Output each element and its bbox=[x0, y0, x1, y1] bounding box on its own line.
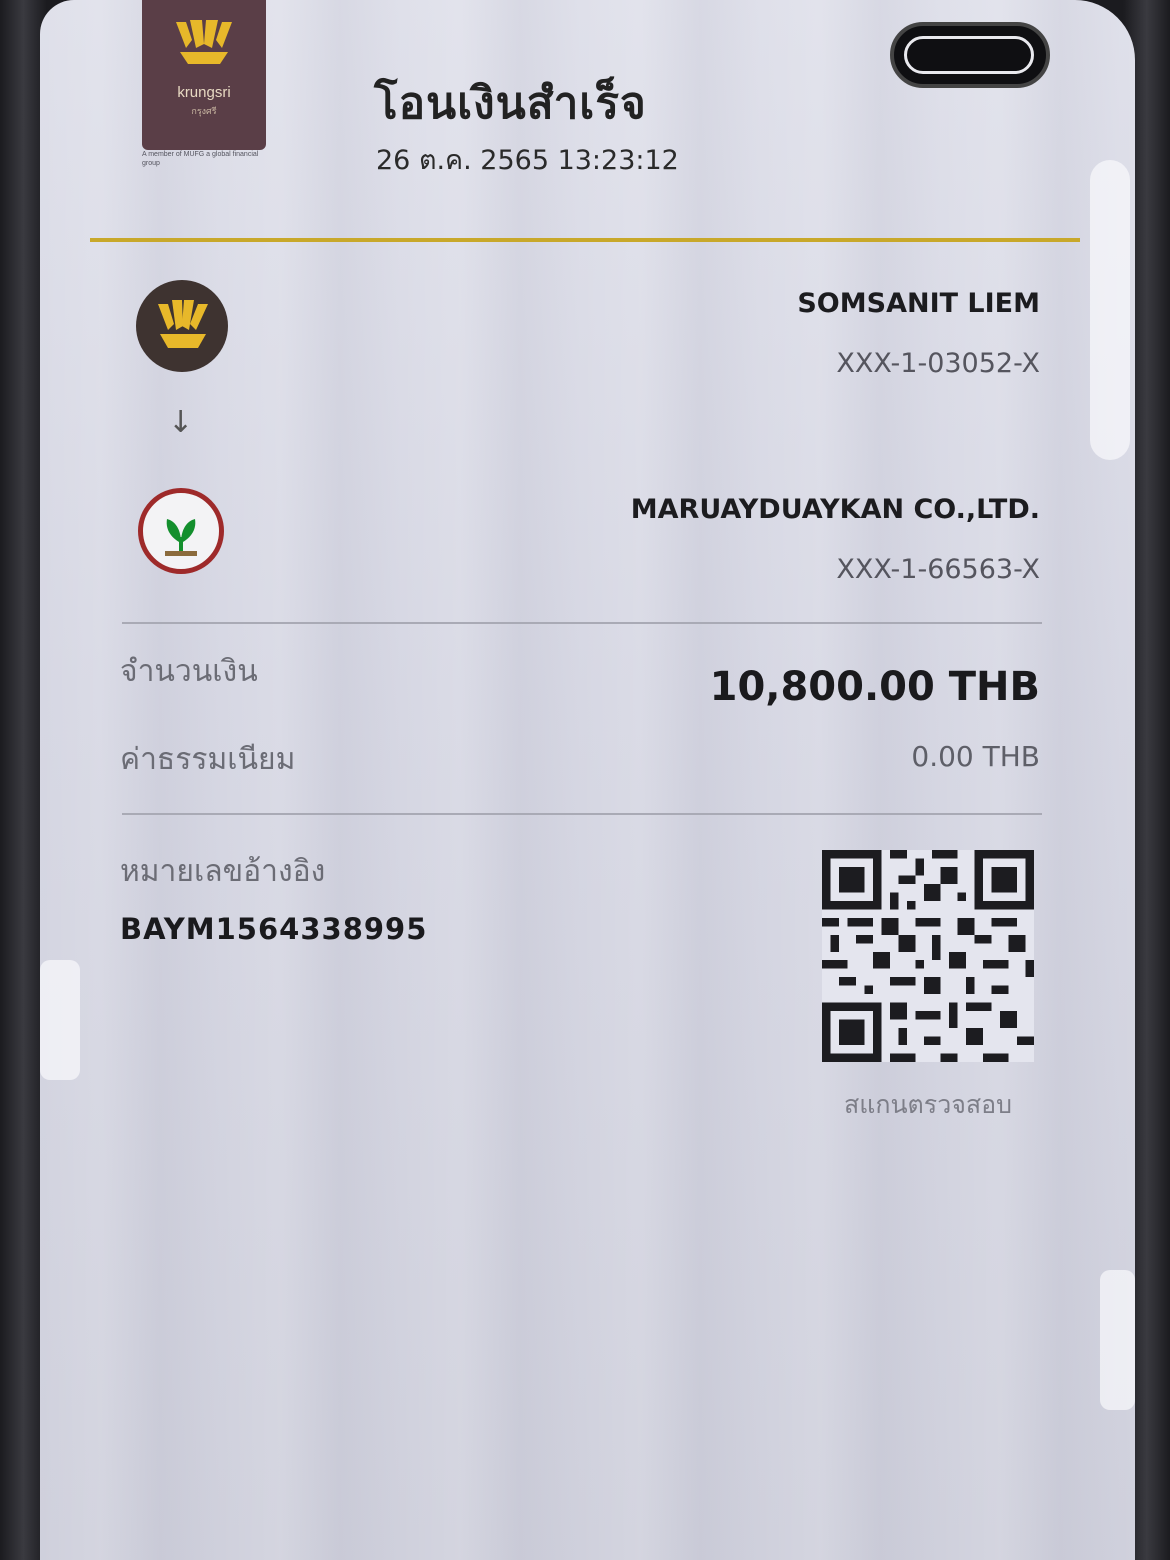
bank-member-text: A member of MUFG a global financial grou… bbox=[142, 151, 259, 167]
bank-subname: กรุงศรี bbox=[191, 106, 217, 116]
receiver-account: XXX-1-66563-X bbox=[836, 554, 1040, 585]
bank-name: krungsri bbox=[177, 84, 231, 101]
kbank-logo-icon bbox=[138, 488, 224, 574]
sender-account: XXX-1-03052-X bbox=[836, 348, 1040, 379]
screen-protector-crack bbox=[1090, 160, 1130, 460]
krungsri-logo-icon bbox=[136, 280, 228, 372]
receiver-name: MARUAYDUAYKAN CO.,LTD. bbox=[630, 494, 1040, 525]
header-divider bbox=[90, 238, 1080, 242]
krungsri-emblem-icon bbox=[176, 20, 232, 64]
screen-protector-crack bbox=[1100, 1270, 1135, 1410]
transfer-arrow-icon: ↓ bbox=[168, 405, 194, 440]
bank-brand-badge: krungsri กรุงศรี bbox=[142, 0, 266, 150]
slip-screen: krungsri กรุงศรี A member of MUFG a glob… bbox=[40, 0, 1135, 1560]
section-divider bbox=[122, 622, 1042, 624]
fee-value: 0.00 THB bbox=[911, 740, 1040, 773]
qr-caption: สแกนตรวจสอบ bbox=[843, 1090, 1013, 1119]
fee-label: ค่าธรรมเนียม bbox=[120, 742, 296, 777]
sender-name: SOMSANIT LIEM bbox=[797, 288, 1040, 319]
page-title: โอนเงินสำเร็จ bbox=[374, 78, 647, 129]
verification-qr-code[interactable] bbox=[822, 850, 1034, 1062]
amount-label: จำนวนเงิน bbox=[120, 654, 258, 689]
camera-cutout bbox=[890, 22, 1050, 88]
amount-value: 10,800.00 THB bbox=[709, 664, 1040, 710]
reference-label: หมายเลขอ้างอิง bbox=[120, 854, 326, 889]
reference-number: BAYM1564338995 bbox=[120, 912, 428, 946]
transaction-datetime: 26 ต.ค. 2565 13:23:12 bbox=[376, 145, 679, 176]
section-divider bbox=[122, 813, 1042, 815]
screen-protector-crack bbox=[40, 960, 80, 1080]
